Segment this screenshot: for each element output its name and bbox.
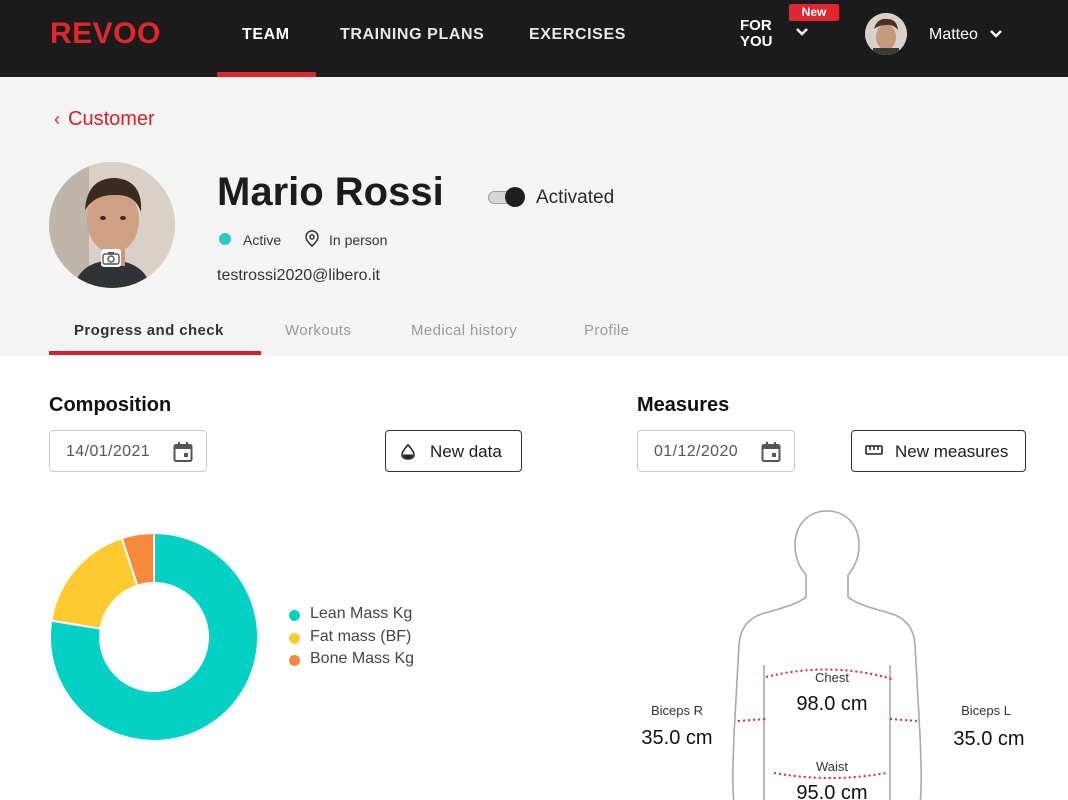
tab-progress-and-check[interactable]: Progress and check	[74, 322, 224, 339]
tab-medical-history[interactable]: Medical history	[411, 322, 517, 339]
composition-date-field[interactable]: 14/01/2021	[49, 430, 207, 472]
chevron-left-icon: ‹	[54, 109, 60, 129]
nav-exercises[interactable]: EXERCISES	[529, 26, 626, 44]
for-you-line1: FOR	[740, 17, 772, 34]
chevron-down-icon[interactable]	[988, 28, 1004, 40]
tab-active-indicator	[49, 351, 261, 355]
session-mode: In person	[329, 232, 388, 248]
customer-email: testrossi2020@libero.it	[217, 267, 380, 284]
biceps-r-value: 35.0 cm	[641, 727, 713, 749]
waist-value: 95.0 cm	[796, 782, 868, 800]
nav-training-plans[interactable]: TRAINING PLANS	[340, 26, 484, 44]
biceps-l-value: 35.0 cm	[953, 728, 1025, 750]
biceps-l-label: Biceps L	[961, 703, 1011, 718]
composition-date-value: 14/01/2021	[66, 443, 151, 460]
user-name[interactable]: Matteo	[929, 26, 978, 44]
location-pin-icon	[305, 230, 319, 247]
status-text: Active	[243, 232, 282, 248]
status-dot	[219, 233, 231, 245]
new-measures-label: New measures	[895, 442, 1009, 461]
slice-fat-mass	[50, 536, 139, 630]
calendar-icon[interactable]	[761, 441, 781, 463]
chest-value: 98.0 cm	[796, 693, 868, 715]
new-badge: New	[789, 4, 839, 21]
new-measures-button[interactable]: New measures	[851, 430, 1026, 472]
toggle-label: Activated	[536, 187, 615, 208]
nav-for-you[interactable]: FOR YOU	[740, 18, 773, 50]
legend-dot	[289, 610, 300, 621]
toggle-knob	[505, 187, 525, 207]
calendar-icon[interactable]	[173, 441, 193, 463]
profile-photo[interactable]	[49, 162, 175, 288]
measures-date-value: 01/12/2020	[654, 443, 739, 460]
composition-title: Composition	[49, 394, 172, 416]
measures-title: Measures	[637, 394, 730, 416]
camera-icon[interactable]	[101, 249, 121, 267]
drop-icon	[401, 444, 415, 460]
biceps-r-label: Biceps R	[650, 703, 704, 718]
chest-label: Chest	[815, 670, 849, 685]
customer-name: Mario Rossi	[217, 170, 444, 214]
new-data-button[interactable]: New data	[385, 430, 522, 472]
for-you-line2: YOU	[740, 33, 773, 50]
tab-profile[interactable]: Profile	[584, 322, 629, 339]
waist-label: Waist	[815, 759, 849, 774]
logo[interactable]: REVOO	[50, 17, 161, 51]
legend-label: Fat mass (BF)	[310, 628, 412, 645]
legend-label: Bone Mass Kg	[310, 650, 415, 667]
activated-toggle[interactable]	[488, 187, 526, 207]
chevron-down-icon[interactable]	[794, 26, 810, 38]
top-navbar: REVOO TEAM TRAINING PLANS EXERCISES FOR …	[0, 0, 1068, 77]
new-data-label: New data	[430, 442, 502, 461]
ruler-icon	[865, 445, 883, 455]
measures-date-field[interactable]: 01/12/2020	[637, 430, 795, 472]
back-link-label: Customer	[68, 108, 155, 130]
nav-team[interactable]: TEAM	[242, 26, 290, 44]
user-avatar[interactable]	[865, 13, 907, 55]
back-link[interactable]: ‹ Customer	[54, 108, 155, 131]
legend-dot	[289, 655, 300, 666]
legend-label: Lean Mass Kg	[310, 605, 413, 622]
body-silhouette	[732, 510, 922, 800]
tab-workouts[interactable]: Workouts	[285, 322, 351, 339]
legend-dot	[289, 633, 300, 644]
composition-donut-chart	[49, 531, 259, 742]
